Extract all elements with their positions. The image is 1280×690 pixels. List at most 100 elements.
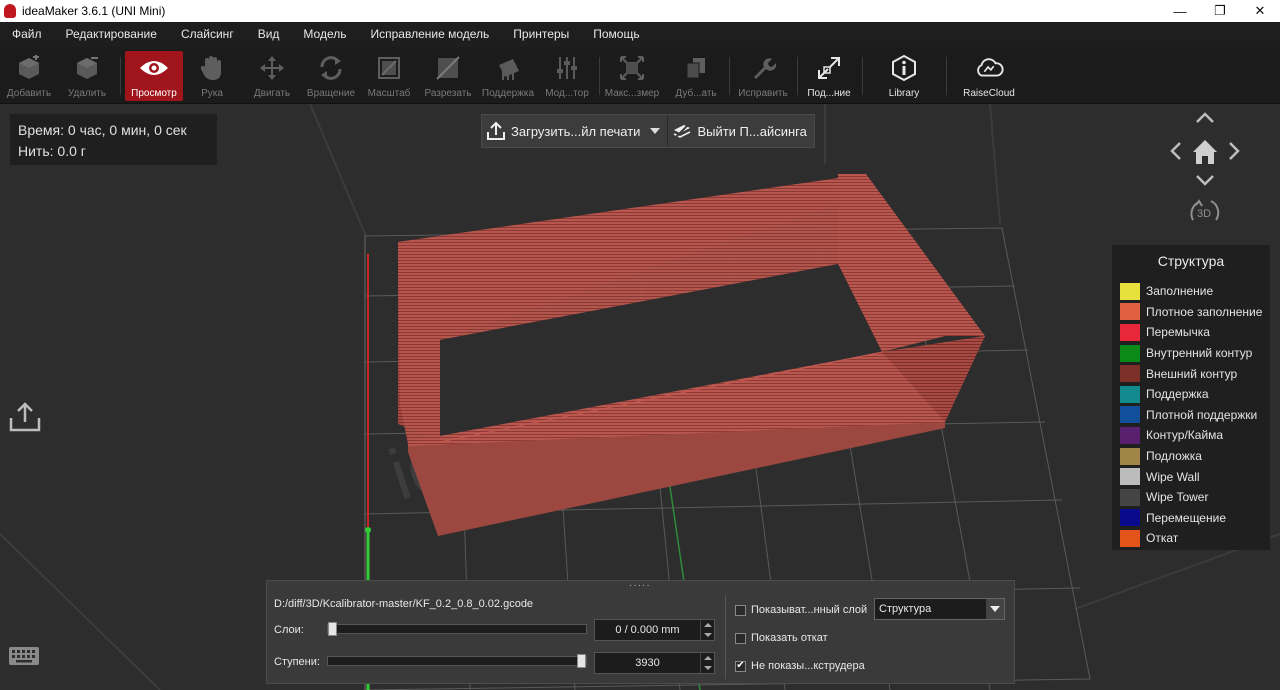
menu-model[interactable]: Модель (291, 22, 358, 47)
checkbox[interactable] (735, 604, 746, 616)
eye-icon (139, 53, 169, 83)
move-button[interactable]: Двигать (247, 51, 297, 101)
view-3d-icon[interactable]: 3D (1190, 199, 1220, 221)
nav-left-icon[interactable] (1170, 142, 1181, 160)
add-button[interactable]: Добавить (4, 51, 54, 101)
layers-slider-thumb[interactable] (328, 622, 337, 636)
rotate-label: Вращение (306, 88, 356, 99)
nav-right-icon[interactable] (1229, 142, 1240, 160)
support-button[interactable]: Поддержка (479, 51, 537, 101)
toolbar-separator (797, 57, 798, 95)
panel-divider (725, 595, 726, 679)
view-mode-value: Структура (879, 603, 932, 615)
hide-extruder-checkbox[interactable]: ✔ Не показы...кструдера (735, 660, 865, 672)
repair-button[interactable]: Исправить (734, 51, 792, 101)
title-bar: ideaMaker 3.6.1 (UNI Mini) — ❐ ✕ (0, 0, 1280, 22)
modifier-button[interactable]: Мод...тор (542, 51, 592, 101)
nav-up-icon[interactable] (1196, 112, 1214, 123)
legend-label: Перемещение (1146, 510, 1226, 525)
raisecloud-button[interactable]: RaiseCloud (958, 51, 1020, 101)
library-label: Library (888, 88, 920, 99)
3d-viewport[interactable]: ideaMaker (0, 104, 1280, 690)
toolbar-separator (946, 57, 947, 95)
toolbar-separator (599, 57, 600, 95)
rotate-button[interactable]: Вращение (303, 51, 359, 101)
steps-label: Ступени: (274, 656, 320, 668)
hand-button[interactable]: Рука (190, 51, 234, 101)
scale-icon (374, 53, 404, 83)
cut-button[interactable]: Разрезать (420, 51, 476, 101)
app-logo-icon (4, 4, 16, 18)
structure-legend: Структура Заполнение Плотное заполнение … (1112, 245, 1270, 550)
toolbar: Добавить Удалить Просмотр Рука Двигать В… (0, 47, 1280, 104)
steps-up-icon[interactable] (703, 656, 712, 660)
legend-item: Откат (1112, 528, 1270, 549)
layers-spinbox[interactable]: 0 / 0.000 mm (594, 619, 715, 641)
duplicate-button[interactable]: Дуб...ать (670, 51, 722, 101)
print-info-box: Время: 0 час, 0 мин, 0 сек Нить: 0.0 г (10, 114, 217, 165)
steps-slider[interactable] (327, 654, 587, 668)
support-icon (493, 53, 523, 83)
max-size-button[interactable]: Макс...змер (603, 51, 661, 101)
exit-preview-button[interactable]: Выйти П...айсинга (667, 115, 813, 147)
minimize-button[interactable]: — (1160, 0, 1200, 22)
fit-button[interactable]: Под...ние (802, 51, 856, 101)
layers-down-icon[interactable] (703, 633, 712, 637)
legend-item: Плотное заполнение (1112, 302, 1270, 323)
menu-help[interactable]: Помощь (581, 22, 651, 47)
legend-item: Wipe Wall (1112, 466, 1270, 487)
legend-swatch (1120, 447, 1140, 465)
maximize-button[interactable]: ❐ (1200, 0, 1240, 22)
close-button[interactable]: ✕ (1240, 0, 1280, 22)
legend-label: Wipe Wall (1146, 469, 1200, 484)
nav-down-icon[interactable] (1196, 175, 1214, 186)
show-single-layer-checkbox[interactable]: Показыват...нный слой (735, 604, 867, 616)
checkbox[interactable] (735, 632, 746, 644)
chevron-down-icon[interactable] (986, 599, 1004, 619)
library-button[interactable]: Library (878, 51, 930, 101)
layers-exit-icon (672, 121, 692, 141)
modifier-label: Мод...тор (545, 88, 589, 99)
panel-grip-handle[interactable]: ····· (629, 581, 650, 591)
steps-value: 3930 (635, 657, 660, 669)
view-mode-select[interactable]: Структура (874, 598, 1005, 620)
legend-item: Плотной поддержки (1112, 405, 1270, 426)
legend-swatch (1120, 344, 1140, 362)
remove-button[interactable]: Удалить (62, 51, 112, 101)
scale-button[interactable]: Масштаб (364, 51, 414, 101)
legend-label: Внешний контур (1146, 366, 1238, 381)
chevron-down-icon[interactable] (650, 128, 661, 134)
legend-label: Плотное заполнение (1146, 304, 1263, 319)
filament-text: Нить: 0.0 г (18, 143, 86, 159)
menu-printers[interactable]: Принтеры (501, 22, 581, 47)
move-arrows-icon (257, 53, 287, 83)
legend-swatch (1120, 529, 1140, 547)
preview-button[interactable]: Просмотр (125, 51, 183, 101)
checkbox[interactable]: ✔ (735, 660, 746, 672)
layers-slider[interactable] (327, 622, 587, 636)
library-info-icon (889, 53, 919, 83)
legend-swatch (1120, 323, 1140, 341)
menu-view[interactable]: Вид (246, 22, 292, 47)
legend-label: Плотной поддержки (1146, 407, 1258, 422)
printed-model[interactable] (398, 174, 985, 536)
menu-file[interactable]: Файл (0, 22, 54, 47)
keyboard-icon[interactable] (8, 644, 40, 668)
menu-repair-model[interactable]: Исправление модель (359, 22, 502, 47)
hand-label: Рука (201, 88, 223, 99)
upload-print-file-button[interactable]: Загрузить...йл печати (482, 115, 667, 147)
menu-edit[interactable]: Редактирование (54, 22, 169, 47)
layers-value: 0 / 0.000 mm (615, 624, 680, 636)
steps-down-icon[interactable] (703, 666, 712, 670)
menu-slicing[interactable]: Слайсинг (169, 22, 246, 47)
cut-label: Разрезать (424, 88, 472, 99)
legend-swatch (1120, 365, 1140, 383)
duplicate-label: Дуб...ать (675, 88, 717, 99)
legend-swatch (1120, 509, 1140, 527)
steps-spinbox[interactable]: 3930 (594, 652, 715, 674)
home-icon[interactable] (1193, 140, 1217, 164)
layers-up-icon[interactable] (703, 623, 712, 627)
export-icon[interactable] (8, 400, 42, 434)
steps-slider-thumb[interactable] (577, 654, 586, 668)
show-retraction-checkbox[interactable]: Показать откат (735, 632, 828, 644)
